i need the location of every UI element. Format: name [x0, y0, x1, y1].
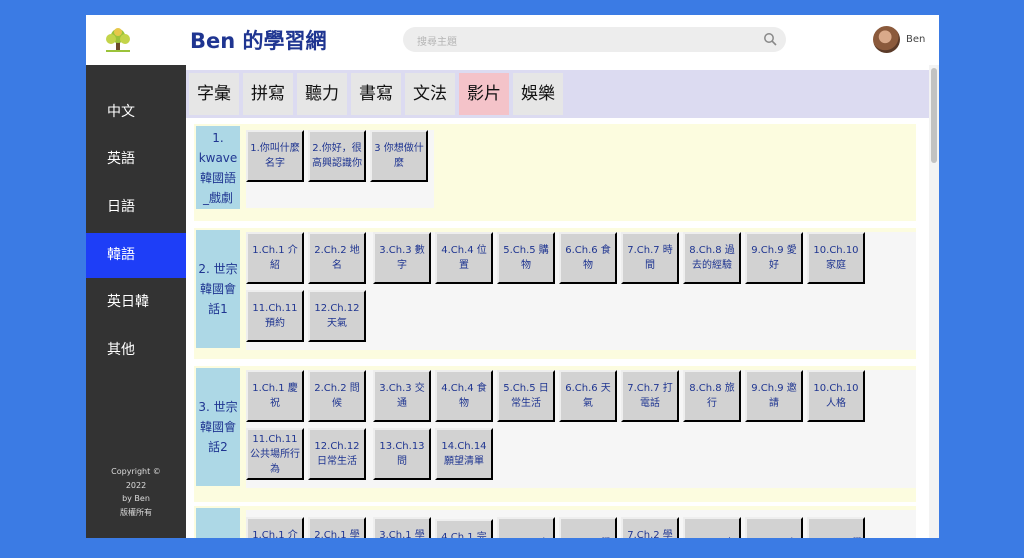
sidebar-item-japanese[interactable]: 日語	[86, 185, 186, 230]
lesson-button[interactable]: 2.Ch.1 學習	[308, 517, 366, 538]
lesson-button[interactable]: 7.Ch.2 學習	[621, 517, 679, 538]
lesson-button[interactable]: 9.Ch.9 愛好	[745, 232, 803, 284]
copyright-line: 2022	[125, 480, 147, 490]
lesson-button[interactable]: 7.Ch.7 時間	[621, 232, 679, 284]
lesson-button[interactable]: 7.Ch.7 打電話	[621, 370, 679, 422]
header: Ben 的學習網 搜尋主題 Ben	[86, 15, 939, 65]
lesson-button[interactable]: 2.Ch.2 問候	[308, 370, 366, 422]
lesson-button[interactable]: 4.Ch.4 位置	[435, 232, 493, 284]
sidebar: 中文 英語 日語 韓語 英日韓 其他 Copyright © 2022 by B…	[86, 65, 186, 538]
lesson-button[interactable]: 1.Ch.1 慶祝	[246, 370, 304, 422]
lesson-button[interactable]: 14.Ch.14願望清單	[435, 428, 493, 480]
scrollbar-thumb[interactable]	[931, 68, 937, 163]
section-label	[196, 508, 240, 538]
lesson-button[interactable]: 11.Ch.11 預約	[246, 290, 304, 342]
lesson-button[interactable]: 12.Ch.12 天氣	[308, 290, 366, 342]
lesson-button[interactable]: 1.你叫什麼名字	[246, 130, 304, 182]
browser-window: Ben 的學習網 搜尋主題 Ben 中文 英語 日語 韓語 英日韓 其他 Cop…	[86, 15, 939, 538]
lesson-button[interactable]: 6.Ch.6 天氣	[559, 370, 617, 422]
lesson-button[interactable]: 10.Ch.3 學	[807, 517, 865, 538]
tree-logo-icon[interactable]	[102, 27, 134, 53]
section-label: 3. 世宗韓國會話2	[196, 368, 240, 486]
lesson-button[interactable]: 5.Ch.5 購物	[497, 232, 555, 284]
tab-bar: 字彙 拼寫 聽力 書寫 文法 影片 娛樂	[186, 70, 929, 118]
site-title[interactable]: Ben 的學習網	[190, 25, 327, 55]
main-content: 字彙 拼寫 聽力 書寫 文法 影片 娛樂 1. kwave 韓國語 _戲劇 1.…	[186, 65, 929, 538]
lesson-button[interactable]: 6.Ch.2 學	[559, 517, 617, 538]
lesson-button[interactable]: 10.Ch.10 家庭	[807, 232, 865, 284]
lesson-button[interactable]: 12.Ch.12 日常生活	[308, 428, 366, 480]
lesson-button[interactable]: 8.Ch.2 完	[683, 517, 741, 538]
copyright-line: by Ben	[122, 494, 150, 503]
tab-writing[interactable]: 書寫	[351, 73, 401, 115]
lesson-button[interactable]: 13.Ch.13 問	[373, 428, 431, 480]
sidebar-item-korean[interactable]: 韓語	[86, 233, 186, 278]
search-icon[interactable]	[763, 32, 777, 46]
copyright-line: 版權所有	[120, 507, 152, 517]
lesson-button[interactable]: 6.Ch.6 食物	[559, 232, 617, 284]
section-label: 1. kwave 韓國語 _戲劇	[196, 126, 240, 209]
scrollbar[interactable]	[929, 65, 939, 538]
lesson-button[interactable]: 9.Ch.9 邀請	[745, 370, 803, 422]
section-label: 2. 世宗韓國會話1	[196, 230, 240, 348]
lesson-button[interactable]: 3.Ch.3 交通	[373, 370, 431, 422]
lesson-button[interactable]: 1.Ch.1 介紹	[246, 517, 304, 538]
copyright-line: Copyright ©	[111, 467, 161, 476]
lesson-button[interactable]: 3.Ch.3 數字	[373, 232, 431, 284]
lesson-button[interactable]: 5.Ch.2 介	[497, 517, 555, 538]
lesson-button[interactable]: 2.Ch.2 地名	[308, 232, 366, 284]
search-box[interactable]: 搜尋主題	[403, 27, 786, 52]
lesson-button[interactable]: 8.Ch.8 過去的經驗	[683, 232, 741, 284]
lesson-button[interactable]: 11.Ch.11 公共場所行為	[246, 428, 304, 480]
lesson-button[interactable]: 4.Ch.1 完成	[435, 519, 493, 538]
lesson-button[interactable]: 4.Ch.4 食物	[435, 370, 493, 422]
search-input[interactable]: 搜尋主題	[417, 33, 457, 48]
lesson-button[interactable]: 5.Ch.5 日常生活	[497, 370, 555, 422]
sidebar-item-other[interactable]: 其他	[86, 328, 186, 373]
lesson-button[interactable]: 1.Ch.1 介紹	[246, 232, 304, 284]
lesson-button[interactable]: 9.Ch.3 介	[745, 517, 803, 538]
lesson-button[interactable]: 8.Ch.8 旅行	[683, 370, 741, 422]
tab-spelling[interactable]: 拼寫	[243, 73, 293, 115]
lesson-button[interactable]: 3 你想做什麼	[370, 130, 428, 182]
tab-grammar[interactable]: 文法	[405, 73, 455, 115]
user-name[interactable]: Ben	[906, 34, 925, 45]
sidebar-item-chinese[interactable]: 中文	[86, 90, 186, 135]
sidebar-item-eng-jap-kor[interactable]: 英日韓	[86, 280, 186, 325]
sidebar-item-english[interactable]: 英語	[86, 137, 186, 182]
lesson-button[interactable]: 3.Ch.1 學習	[373, 517, 431, 538]
lesson-button[interactable]: 10.Ch.10 人格	[807, 370, 865, 422]
tab-listening[interactable]: 聽力	[297, 73, 347, 115]
tab-video[interactable]: 影片	[459, 73, 509, 115]
copyright: Copyright © 2022 by Ben 版權所有	[86, 465, 186, 519]
lesson-button[interactable]: 2.你好，很高興認識你	[308, 130, 366, 182]
avatar[interactable]	[873, 26, 900, 53]
tab-vocabulary[interactable]: 字彙	[189, 73, 239, 115]
tab-entertainment[interactable]: 娛樂	[513, 73, 563, 115]
